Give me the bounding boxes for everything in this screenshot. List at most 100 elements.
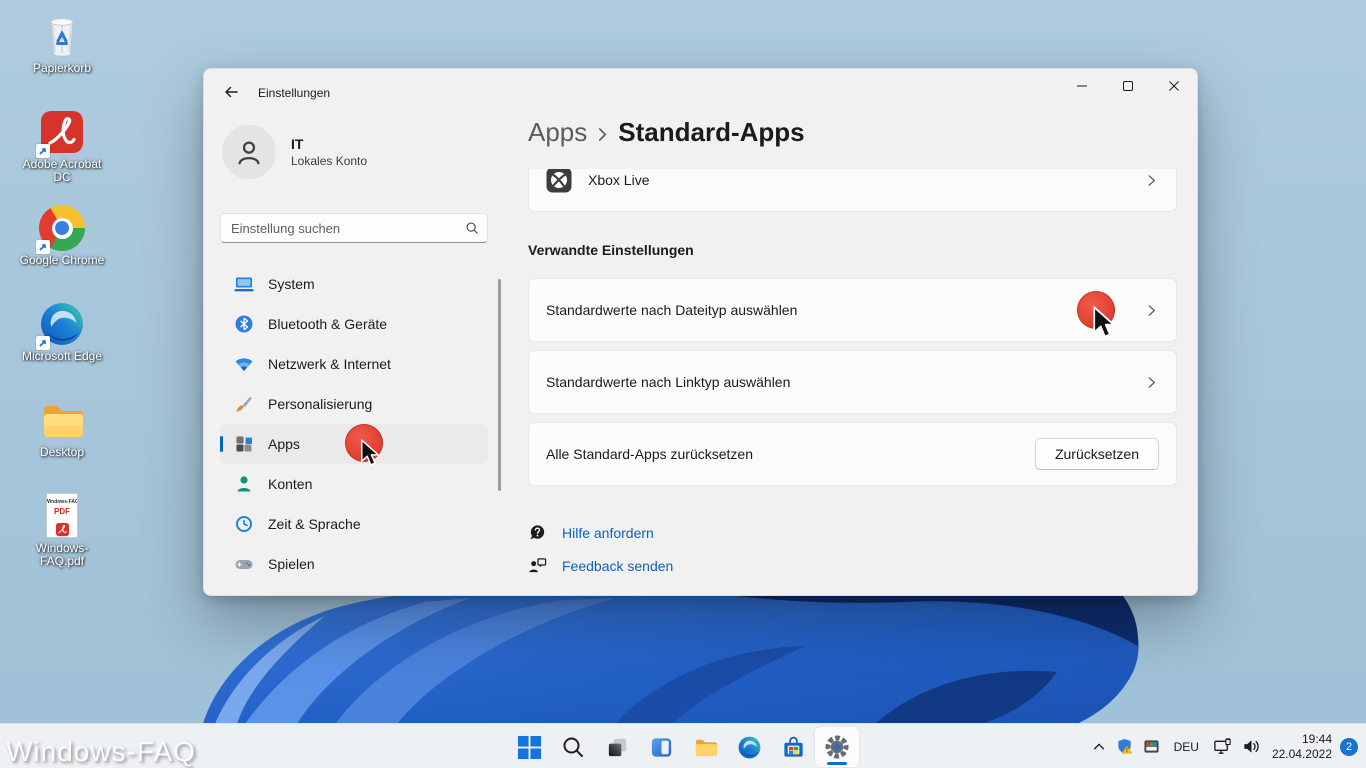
- send-feedback-link[interactable]: Feedback senden: [528, 555, 673, 576]
- volume-icon[interactable]: [1237, 729, 1266, 765]
- acrobat-mini-icon: [55, 522, 70, 537]
- desktop-icon-pdf-file[interactable]: Windows-FAQ PDF Windows-FAQ.pdf: [14, 488, 110, 584]
- taskbar-search-button[interactable]: [551, 727, 595, 767]
- sidebar-item-gaming[interactable]: Spielen: [220, 544, 488, 584]
- sidebar-item-network[interactable]: Netzwerk & Internet: [220, 344, 488, 384]
- sidebar-item-label: Netzwerk & Internet: [268, 356, 391, 372]
- folder-icon: [38, 396, 86, 444]
- windows-start-icon: [517, 735, 542, 760]
- microsoft-store-button[interactable]: [771, 727, 815, 767]
- personalization-icon: [234, 394, 254, 414]
- desktop-icon-edge[interactable]: Microsoft Edge: [14, 296, 110, 392]
- card-reset-default-apps: Alle Standard-Apps zurücksetzen Zurückse…: [528, 422, 1177, 486]
- reset-button[interactable]: Zurücksetzen: [1035, 438, 1159, 470]
- app-item-label: Xbox Live: [588, 172, 649, 188]
- system-icon: [234, 274, 254, 294]
- account-header[interactable]: IT Lokales Konto: [220, 125, 488, 179]
- shortcut-arrow-icon: [36, 144, 50, 158]
- desktop-icon-label: Microsoft Edge: [22, 350, 102, 363]
- desktop-icon-label: Desktop: [40, 446, 84, 459]
- feedback-icon: [528, 556, 547, 575]
- sidebar-item-personalization[interactable]: Personalisierung: [220, 384, 488, 424]
- wallpaper-bloom-graphic: [185, 588, 1200, 724]
- sidebar-item-accounts[interactable]: Konten: [220, 464, 488, 504]
- settings-taskbar-button[interactable]: [815, 727, 859, 767]
- sidebar-scrollbar[interactable]: [498, 279, 501, 491]
- xbox-live-icon: [546, 169, 572, 193]
- desktop-icon-label: Adobe Acrobat DC: [14, 158, 110, 184]
- active-app-indicator: [827, 762, 847, 765]
- task-view-icon: [605, 735, 630, 760]
- sidebar-item-label: System: [268, 276, 315, 292]
- chevron-right-icon: [1144, 303, 1159, 318]
- start-button[interactable]: [507, 727, 551, 767]
- breadcrumb: Apps Standard-Apps: [528, 117, 805, 148]
- sidebar-item-time-language[interactable]: Zeit & Sprache: [220, 504, 488, 544]
- pdf-thumb-title: Windows-FAQ: [46, 499, 78, 505]
- system-tray: DEU 19:44 22.04.2022 2: [1087, 724, 1362, 768]
- store-icon: [781, 735, 806, 760]
- accounts-icon: [234, 474, 254, 494]
- shortcut-arrow-icon: [36, 336, 50, 350]
- settings-sidebar: IT Lokales Konto Syst: [220, 117, 488, 595]
- desktop-icon-recycle-bin[interactable]: Papierkorb: [14, 8, 110, 104]
- link-label: Feedback senden: [562, 558, 673, 574]
- time-language-icon: [234, 514, 254, 534]
- back-button[interactable]: [216, 77, 246, 107]
- settings-search: [220, 213, 488, 243]
- sidebar-item-label: Spielen: [268, 556, 315, 572]
- search-icon: [561, 735, 585, 759]
- desktop-screen: Papierkorb Adobe Acrobat DC: [0, 0, 1366, 768]
- sidebar-item-label: Konten: [268, 476, 312, 492]
- section-title: Verwandte Einstellungen: [528, 242, 1177, 262]
- security-shield-icon[interactable]: [1111, 729, 1138, 765]
- sidebar-item-label: Personalisierung: [268, 396, 372, 412]
- account-type: Lokales Konto: [291, 154, 367, 168]
- sidebar-item-system[interactable]: System: [220, 264, 488, 304]
- help-icon: [528, 523, 547, 542]
- edge-taskbar-button[interactable]: [727, 727, 771, 767]
- gaming-icon: [234, 554, 254, 574]
- tray-chevron-up-icon[interactable]: [1087, 729, 1111, 765]
- card-defaults-by-linktype[interactable]: Standardwerte nach Linktyp auswählen: [528, 350, 1177, 414]
- desktop-icon-desktop-folder[interactable]: Desktop: [14, 392, 110, 488]
- chevron-right-icon: [1144, 375, 1159, 390]
- sidebar-item-bluetooth[interactable]: Bluetooth & Geräte: [220, 304, 488, 344]
- desktop-icon-label: Papierkorb: [33, 62, 91, 75]
- desktop-icon-acrobat[interactable]: Adobe Acrobat DC: [14, 104, 110, 200]
- footer-links: Hilfe anfordern Feedback senden: [528, 522, 1177, 576]
- window-title: Einstellungen: [258, 86, 330, 100]
- card-label: Alle Standard-Apps zurücksetzen: [546, 446, 753, 462]
- app-list-item-xbox-live[interactable]: Xbox Live: [528, 169, 1177, 212]
- desktop-icon-label: Google Chrome: [20, 254, 105, 267]
- tray-time: 19:44: [1272, 732, 1332, 747]
- chevron-right-icon: [1144, 173, 1159, 188]
- breadcrumb-parent[interactable]: Apps: [528, 117, 587, 148]
- file-explorer-button[interactable]: [683, 727, 727, 767]
- card-label: Standardwerte nach Dateityp auswählen: [546, 302, 797, 318]
- avatar: [222, 125, 276, 179]
- clock[interactable]: 19:44 22.04.2022: [1266, 732, 1338, 762]
- settings-window: Einstellungen: [203, 68, 1198, 596]
- recycle-bin-icon: [38, 12, 86, 60]
- watermark: Windows-FAQ: [6, 736, 196, 768]
- file-explorer-icon: [693, 735, 718, 760]
- language-indicator[interactable]: DEU: [1165, 729, 1208, 765]
- tray-app-colorful-grid-icon[interactable]: [1138, 729, 1165, 765]
- chrome-icon: [38, 204, 86, 252]
- widgets-button[interactable]: [639, 727, 683, 767]
- search-input[interactable]: [220, 213, 488, 243]
- acrobat-icon: [38, 108, 86, 156]
- sidebar-item-apps[interactable]: Apps: [220, 424, 488, 464]
- link-label: Hilfe anfordern: [562, 525, 654, 541]
- card-defaults-by-filetype[interactable]: Standardwerte nach Dateityp auswählen: [528, 278, 1177, 342]
- notification-badge[interactable]: 2: [1340, 738, 1358, 756]
- taskbar-center-icons: [507, 724, 859, 768]
- desktop-icon-chrome[interactable]: Google Chrome: [14, 200, 110, 296]
- task-view-button[interactable]: [595, 727, 639, 767]
- settings-nav: System Bluetooth & Geräte: [220, 264, 488, 584]
- apps-icon: [234, 434, 254, 454]
- network-icon[interactable]: [1208, 729, 1237, 765]
- get-help-link[interactable]: Hilfe anfordern: [528, 522, 654, 543]
- sidebar-item-label: Apps: [268, 436, 300, 452]
